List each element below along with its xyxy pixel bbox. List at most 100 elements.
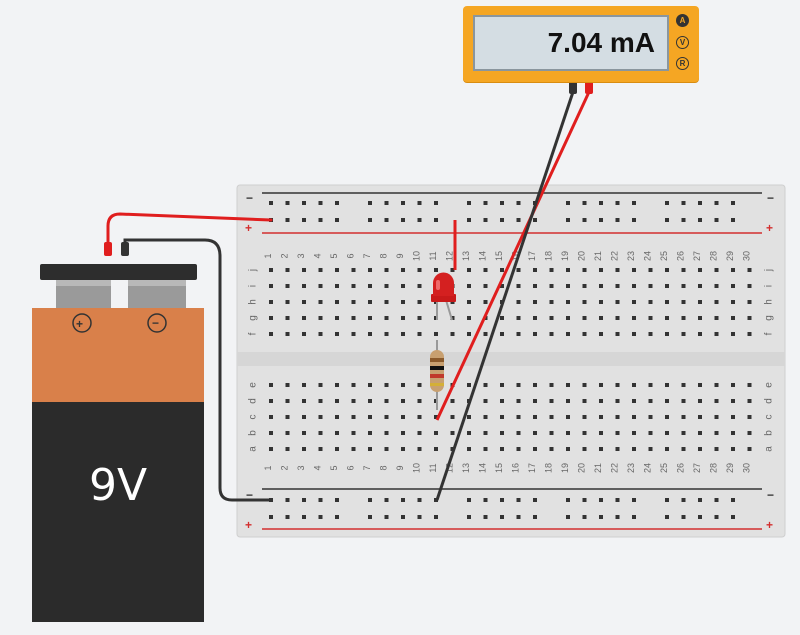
hole-f24[interactable]: [648, 332, 653, 336]
hole-g19[interactable]: [566, 316, 570, 320]
hole-h30[interactable]: [747, 300, 752, 304]
hole-b3[interactable]: [302, 431, 306, 435]
hole-a18[interactable]: [549, 447, 554, 451]
top-negative-rail-hole[interactable]: [285, 201, 290, 205]
hole-i21[interactable]: [599, 284, 603, 288]
top-negative-rail-hole[interactable]: [698, 201, 702, 205]
hole-c7[interactable]: [368, 415, 372, 419]
hole-a14[interactable]: [483, 447, 488, 451]
hole-a23[interactable]: [632, 447, 636, 451]
hole-c3[interactable]: [302, 415, 306, 419]
hole-b5[interactable]: [335, 431, 339, 435]
hole-j30[interactable]: [747, 268, 752, 272]
top-negative-rail-hole[interactable]: [566, 201, 570, 205]
hole-c21[interactable]: [599, 415, 603, 419]
top-negative-rail-hole[interactable]: [681, 201, 686, 205]
hole-j26[interactable]: [681, 268, 686, 272]
hole-b18[interactable]: [549, 431, 554, 435]
top-negative-rail-hole[interactable]: [434, 201, 438, 205]
hole-e26[interactable]: [681, 383, 686, 387]
top-positive-rail-hole[interactable]: [566, 218, 570, 222]
hole-d8[interactable]: [384, 399, 389, 403]
hole-a3[interactable]: [302, 447, 306, 451]
top-negative-rail-hole[interactable]: [500, 201, 504, 205]
hole-b28[interactable]: [714, 431, 719, 435]
hole-c18[interactable]: [549, 415, 554, 419]
hole-i6[interactable]: [351, 284, 356, 288]
top-negative-rail-hole[interactable]: [665, 201, 669, 205]
hole-h9[interactable]: [401, 300, 405, 304]
hole-c8[interactable]: [384, 415, 389, 419]
hole-j14[interactable]: [483, 268, 488, 272]
hole-a11[interactable]: [434, 447, 438, 451]
hole-h25[interactable]: [665, 300, 669, 304]
top-positive-rail-hole[interactable]: [434, 218, 438, 222]
hole-j2[interactable]: [285, 268, 290, 272]
hole-c29[interactable]: [731, 415, 735, 419]
hole-d12[interactable]: [450, 399, 455, 403]
bottom-positive-rail-hole[interactable]: [533, 515, 537, 519]
hole-e16[interactable]: [516, 383, 521, 387]
hole-a10[interactable]: [417, 447, 422, 451]
hole-f6[interactable]: [351, 332, 356, 336]
hole-a24[interactable]: [648, 447, 653, 451]
top-negative-rail-hole[interactable]: [368, 201, 372, 205]
hole-d6[interactable]: [351, 399, 356, 403]
hole-a4[interactable]: [318, 447, 323, 451]
hole-j6[interactable]: [351, 268, 356, 272]
hole-b25[interactable]: [665, 431, 669, 435]
hole-b21[interactable]: [599, 431, 603, 435]
hole-h18[interactable]: [549, 300, 554, 304]
top-positive-rail-hole[interactable]: [368, 218, 372, 222]
hole-f10[interactable]: [417, 332, 422, 336]
hole-h2[interactable]: [285, 300, 290, 304]
bottom-positive-rail-hole[interactable]: [269, 515, 273, 519]
hole-a26[interactable]: [681, 447, 686, 451]
hole-c2[interactable]: [285, 415, 290, 419]
hole-g2[interactable]: [285, 316, 290, 320]
hole-i27[interactable]: [698, 284, 702, 288]
hole-h19[interactable]: [566, 300, 570, 304]
hole-f4[interactable]: [318, 332, 323, 336]
hole-d5[interactable]: [335, 399, 339, 403]
hole-c25[interactable]: [665, 415, 669, 419]
hole-d15[interactable]: [500, 399, 504, 403]
top-negative-rail-hole[interactable]: [302, 201, 306, 205]
hole-f23[interactable]: [632, 332, 636, 336]
bottom-positive-rail-hole[interactable]: [318, 515, 323, 519]
hole-c30[interactable]: [747, 415, 752, 419]
bottom-positive-rail-hole[interactable]: [302, 515, 306, 519]
hole-j28[interactable]: [714, 268, 719, 272]
hole-g7[interactable]: [368, 316, 372, 320]
hole-h3[interactable]: [302, 300, 306, 304]
hole-g1[interactable]: [269, 316, 273, 320]
hole-h4[interactable]: [318, 300, 323, 304]
hole-f2[interactable]: [285, 332, 290, 336]
hole-a19[interactable]: [566, 447, 570, 451]
hole-c19[interactable]: [566, 415, 570, 419]
hole-e19[interactable]: [566, 383, 570, 387]
hole-h27[interactable]: [698, 300, 702, 304]
hole-i29[interactable]: [731, 284, 735, 288]
hole-f7[interactable]: [368, 332, 372, 336]
hole-h29[interactable]: [731, 300, 735, 304]
top-positive-rail-hole[interactable]: [714, 218, 719, 222]
hole-h20[interactable]: [582, 300, 587, 304]
bottom-negative-rail-hole[interactable]: [302, 498, 306, 502]
hole-h26[interactable]: [681, 300, 686, 304]
hole-b9[interactable]: [401, 431, 405, 435]
hole-h17[interactable]: [533, 300, 537, 304]
hole-d19[interactable]: [566, 399, 570, 403]
hole-a13[interactable]: [467, 447, 471, 451]
hole-b2[interactable]: [285, 431, 290, 435]
hole-i14[interactable]: [483, 284, 488, 288]
hole-e18[interactable]: [549, 383, 554, 387]
hole-i20[interactable]: [582, 284, 587, 288]
hole-b10[interactable]: [417, 431, 422, 435]
hole-h21[interactable]: [599, 300, 603, 304]
hole-i7[interactable]: [368, 284, 372, 288]
hole-i2[interactable]: [285, 284, 290, 288]
hole-e28[interactable]: [714, 383, 719, 387]
hole-e2[interactable]: [285, 383, 290, 387]
hole-e25[interactable]: [665, 383, 669, 387]
